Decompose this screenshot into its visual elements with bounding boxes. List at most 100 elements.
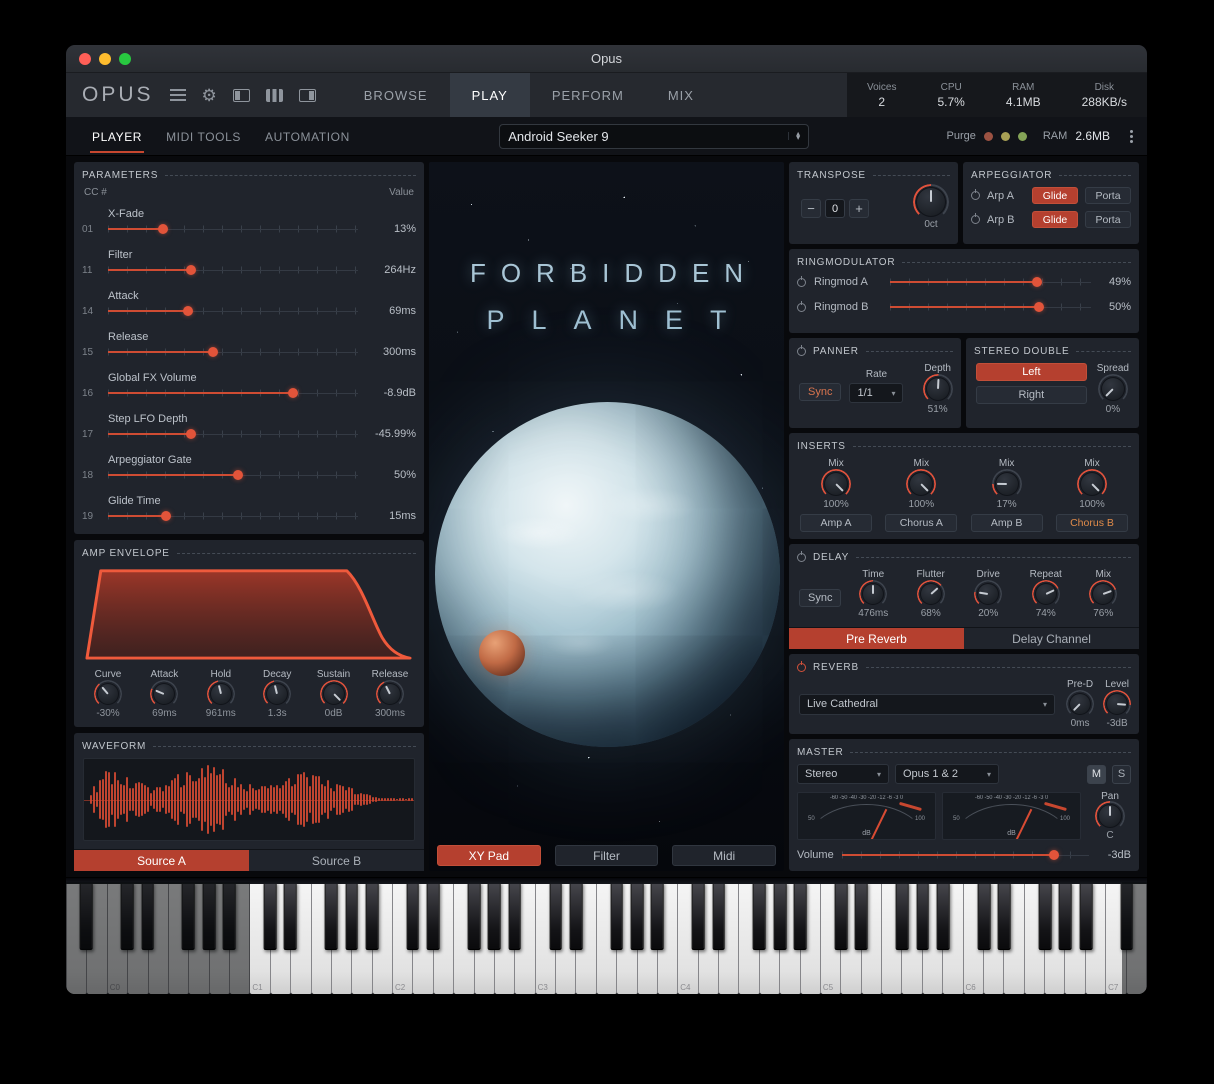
purge-label[interactable]: Purge xyxy=(947,130,976,142)
black-key[interactable] xyxy=(324,882,338,951)
black-key[interactable] xyxy=(263,882,277,951)
black-key[interactable] xyxy=(1120,882,1133,951)
pre-delay-knob[interactable] xyxy=(1069,693,1092,715)
black-key[interactable] xyxy=(467,882,481,951)
black-key[interactable] xyxy=(549,882,562,951)
transpose-plus-button[interactable]: + xyxy=(849,199,869,218)
right-panel-layout-icon[interactable] xyxy=(298,88,316,102)
black-key[interactable] xyxy=(283,882,297,951)
flutter-knob[interactable] xyxy=(919,583,942,605)
black-key[interactable] xyxy=(487,882,501,951)
arp-b-power-icon[interactable] xyxy=(971,213,980,224)
channel-select[interactable]: Opus 1 & 2 ▾ xyxy=(895,764,999,784)
rate-select[interactable]: 1/1 ▾ xyxy=(849,383,904,403)
amp-b-mix-knob[interactable] xyxy=(994,472,1019,496)
slider-thumb[interactable] xyxy=(1033,302,1044,312)
filter-button[interactable]: Filter xyxy=(554,845,659,866)
stereo-right-button[interactable]: Right xyxy=(976,386,1087,404)
tab-perform[interactable]: PERFORM xyxy=(530,73,646,117)
black-key[interactable] xyxy=(141,882,154,951)
transpose-minus-button[interactable]: − xyxy=(801,199,821,218)
menu-icon[interactable] xyxy=(169,89,186,101)
black-key[interactable] xyxy=(773,882,787,951)
hold-knob[interactable] xyxy=(209,683,232,705)
arp-a-glide-button[interactable]: Glide xyxy=(1032,187,1078,204)
piano-keyboard[interactable]: C0 C1 C2 C3 C4 C5 C6 C7 xyxy=(66,877,1147,994)
preset-selector[interactable]: Android Seeker 9 ▴ ▾ xyxy=(499,123,810,149)
black-key[interactable] xyxy=(610,882,624,951)
black-key[interactable] xyxy=(1038,882,1052,951)
tab-browse[interactable]: BROWSE xyxy=(342,73,450,117)
delay-power-icon[interactable] xyxy=(797,551,806,562)
amp-b-button[interactable]: Amp B xyxy=(970,514,1043,532)
reverb-preset-select[interactable]: Live Cathedral ▾ xyxy=(799,693,1055,715)
left-panel-layout-icon[interactable] xyxy=(232,88,250,102)
amp-a-button[interactable]: Amp A xyxy=(800,514,872,532)
curve-knob[interactable] xyxy=(97,683,119,705)
black-key[interactable] xyxy=(712,882,726,951)
black-key[interactable] xyxy=(202,882,216,951)
output-mode-select[interactable]: Stereo ▾ xyxy=(797,764,889,784)
release-knob[interactable] xyxy=(378,683,401,705)
reverb-level-knob[interactable] xyxy=(1106,693,1129,715)
black-key[interactable] xyxy=(753,882,766,951)
black-key[interactable] xyxy=(222,882,236,951)
black-key[interactable] xyxy=(345,882,358,951)
black-key[interactable] xyxy=(834,882,848,951)
black-key[interactable] xyxy=(182,882,195,951)
black-key[interactable] xyxy=(426,882,440,951)
stereo-left-button[interactable]: Left xyxy=(976,363,1087,381)
black-key[interactable] xyxy=(997,882,1011,951)
reverb-power-icon[interactable] xyxy=(797,661,806,672)
parameter-slider[interactable] xyxy=(108,221,358,237)
chorus-a-button[interactable]: Chorus A xyxy=(885,514,958,532)
depth-knob[interactable] xyxy=(925,377,950,401)
panner-sync-button[interactable]: Sync xyxy=(799,383,842,401)
black-key[interactable] xyxy=(895,882,909,951)
parameter-slider[interactable] xyxy=(108,385,358,401)
master-volume-slider[interactable] xyxy=(841,847,1090,863)
midi-button[interactable]: Midi xyxy=(672,845,777,866)
chorus-b-mix-knob[interactable] xyxy=(1079,472,1104,496)
waveform-display[interactable] xyxy=(83,758,415,841)
ringmod-b-slider[interactable] xyxy=(890,299,1091,315)
parameter-slider[interactable] xyxy=(108,467,358,483)
black-key[interactable] xyxy=(569,882,583,951)
ringmod-a-power-icon[interactable] xyxy=(797,275,806,287)
delay-sync-button[interactable]: Sync xyxy=(799,589,842,607)
spread-knob[interactable] xyxy=(1100,377,1125,401)
black-key[interactable] xyxy=(855,882,868,951)
source-a-tab[interactable]: Source A xyxy=(74,850,249,871)
columns-layout-icon[interactable] xyxy=(265,88,283,102)
panner-power-icon[interactable] xyxy=(797,345,806,356)
black-key[interactable] xyxy=(508,882,522,951)
black-key[interactable] xyxy=(916,882,930,951)
slider-thumb[interactable] xyxy=(185,265,196,275)
arp-b-porta-button[interactable]: Porta xyxy=(1085,211,1131,228)
parameter-slider[interactable] xyxy=(108,303,358,319)
slider-thumb[interactable] xyxy=(185,429,196,439)
repeat-knob[interactable] xyxy=(1034,583,1057,605)
ringmod-b-power-icon[interactable] xyxy=(797,300,806,312)
black-key[interactable] xyxy=(936,882,950,951)
attack-knob[interactable] xyxy=(153,683,176,705)
slider-thumb[interactable] xyxy=(160,511,171,521)
slider-thumb[interactable] xyxy=(183,306,193,316)
tab-play[interactable]: PLAY xyxy=(449,73,530,117)
xy-pad-button[interactable]: XY Pad xyxy=(437,845,541,866)
slider-thumb[interactable] xyxy=(208,347,218,357)
black-key[interactable] xyxy=(1079,882,1093,951)
tab-midi-tools[interactable]: MIDI TOOLS xyxy=(154,119,253,153)
black-key[interactable] xyxy=(1059,882,1072,951)
arp-a-porta-button[interactable]: Porta xyxy=(1085,187,1131,204)
black-key[interactable] xyxy=(691,882,705,951)
transpose-knob[interactable] xyxy=(916,187,946,217)
parameter-slider[interactable] xyxy=(108,426,358,442)
black-key[interactable] xyxy=(793,882,807,951)
black-key[interactable] xyxy=(630,882,644,951)
pre-reverb-tab[interactable]: Pre Reverb xyxy=(789,628,964,649)
envelope-display[interactable] xyxy=(84,565,414,661)
decay-knob[interactable] xyxy=(266,683,289,705)
delay-channel-tab[interactable]: Delay Channel xyxy=(964,628,1139,649)
black-key[interactable] xyxy=(120,882,134,951)
